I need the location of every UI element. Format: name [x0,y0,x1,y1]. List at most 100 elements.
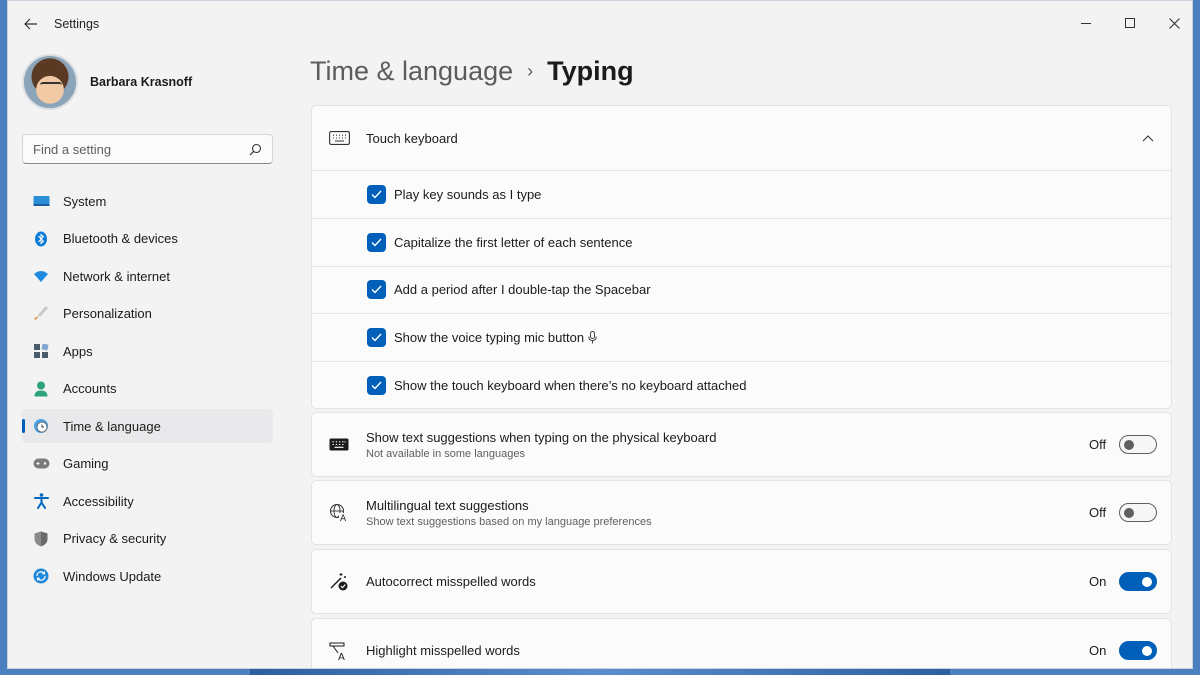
checkbox-checked[interactable] [367,328,386,348]
sidebar-item-network[interactable]: Network & internet [22,259,273,293]
setting-title: Show text suggestions when typing on the… [366,429,717,445]
svg-text:A: A [340,514,347,523]
keyboard-icon [328,434,350,456]
toggle-switch[interactable] [1119,641,1157,660]
sidebar-item-label: Windows Update [63,568,162,584]
minimize-button[interactable] [1066,7,1106,39]
search-icon[interactable] [248,142,262,156]
update-icon [32,567,50,585]
option-label: Play key sounds as I type [394,186,542,202]
setting-row: A Multilingual text suggestions Show tex… [312,481,1171,544]
sidebar-item-label: Gaming [63,456,109,471]
sidebar-item-accessibility[interactable]: Accessibility [22,484,273,518]
sidebar-item-label: Accounts [63,381,117,396]
setting-highlight-misspelled: A Highlight misspelled words On [311,618,1172,668]
setting-title: Autocorrect misspelled words [366,574,536,589]
option-label: Show the voice typing mic button [394,330,585,346]
settings-window: Settings Barbara Krasnoff System Bluetoo… [7,0,1193,669]
highlight-spelling-icon: A [328,640,350,662]
toggle-state-label: Off [1089,505,1107,520]
sidebar-item-privacy[interactable]: Privacy & security [22,522,273,556]
search-input[interactable] [33,141,248,157]
setting-row: A Highlight misspelled words On [312,619,1171,668]
maximize-button[interactable] [1110,7,1150,39]
checkbox-checked[interactable] [367,232,386,252]
setting-subtitle: Show text suggestions based on my langua… [366,515,652,528]
sidebar-item-gaming[interactable]: Gaming [22,447,273,481]
setting-subtitle: Not available in some languages [366,447,525,460]
search-box[interactable] [22,134,273,164]
toggle-state-label: Off [1089,437,1107,452]
setting-text-suggestions: Show text suggestions when typing on the… [311,412,1172,477]
minimize-icon [1081,22,1091,24]
option-play-key-sounds[interactable]: Play key sounds as I type [312,170,1171,218]
profile-name: Barbara Krasnoff [90,75,193,89]
microphone-icon [588,331,597,344]
page-title: Typing [547,56,634,86]
person-icon [32,380,50,398]
option-show-touch-keyboard[interactable]: Show the touch keyboard when there’s no … [312,361,1171,409]
clock-globe-icon [32,417,50,435]
option-capitalize-first-letter[interactable]: Capitalize the first letter of each sent… [312,217,1171,266]
toggle-switch[interactable] [1119,503,1157,522]
autocorrect-icon [328,571,350,593]
brush-icon [32,305,50,323]
option-label: Capitalize the first letter of each sent… [394,234,633,250]
svg-text:A: A [338,652,345,661]
sidebar-item-time-language[interactable]: Time & language [22,409,273,443]
sidebar-item-bluetooth[interactable]: Bluetooth & devices [22,222,273,256]
sidebar-item-label: Time & language [63,418,161,434]
option-label: Add a period after I double-tap the Spac… [394,282,651,298]
sidebar-item-windows-update[interactable]: Windows Update [22,559,273,593]
sidebar-item-personalization[interactable]: Personalization [22,297,273,331]
sidebar-item-apps[interactable]: Apps [22,334,273,368]
setting-title: Highlight misspelled words [366,643,520,658]
checkbox-checked[interactable] [367,280,386,300]
touch-keyboard-panel: Touch keyboard Play key sounds as I type… [311,105,1172,409]
option-label: Show the touch keyboard when there’s no … [394,378,747,394]
bluetooth-icon [32,230,50,248]
setting-row: Show text suggestions when typing on the… [312,413,1171,476]
close-button[interactable] [1154,7,1192,39]
checkbox-checked[interactable] [367,184,386,204]
app-title: Settings [54,17,100,31]
sidebar-item-label: Network & internet [63,268,170,284]
setting-multilingual-suggestions: A Multilingual text suggestions Show tex… [311,480,1172,545]
chevron-up-icon[interactable] [1133,123,1163,153]
checkbox-checked[interactable] [367,376,386,396]
sidebar-item-label: System [63,193,107,209]
shield-icon [32,530,50,548]
multilingual-icon: A [328,502,350,524]
toggle-switch[interactable] [1119,572,1157,591]
maximize-icon [1125,18,1135,28]
touch-keyboard-header[interactable]: Touch keyboard [312,106,1171,170]
title-bar: Settings [8,1,1192,47]
wifi-icon [32,267,50,285]
sidebar-item-label: Bluetooth & devices [63,231,178,246]
sidebar-item-label: Apps [63,343,93,359]
chevron-right-icon: › [527,61,534,81]
avatar [22,54,78,110]
option-voice-typing-mic[interactable]: Show the voice typing mic button [312,313,1171,361]
accessibility-icon [32,492,50,510]
option-add-period[interactable]: Add a period after I double-tap the Spac… [312,265,1171,314]
sidebar-item-accounts[interactable]: Accounts [22,372,273,406]
sidebar-nav: System Bluetooth & devices Network & int… [22,184,273,597]
desktop-background [250,669,950,675]
monitor-icon [32,192,50,210]
gamepad-icon [32,455,50,473]
touch-keyboard-icon [328,127,350,149]
sidebar-item-label: Personalization [63,306,152,321]
sidebar-item-system[interactable]: System [22,184,273,218]
toggle-switch[interactable] [1119,435,1157,454]
toggle-state-label: On [1089,643,1107,658]
toggle-state-label: On [1089,574,1107,589]
breadcrumb-parent[interactable]: Time & language [310,56,513,87]
back-arrow-icon [24,18,37,30]
apps-icon [32,342,50,360]
touch-keyboard-title: Touch keyboard [366,130,458,146]
sidebar-item-label: Accessibility [63,493,134,509]
breadcrumb: Time & language › Typing [310,56,634,87]
user-profile[interactable]: Barbara Krasnoff [22,54,192,110]
back-button[interactable] [18,11,44,37]
